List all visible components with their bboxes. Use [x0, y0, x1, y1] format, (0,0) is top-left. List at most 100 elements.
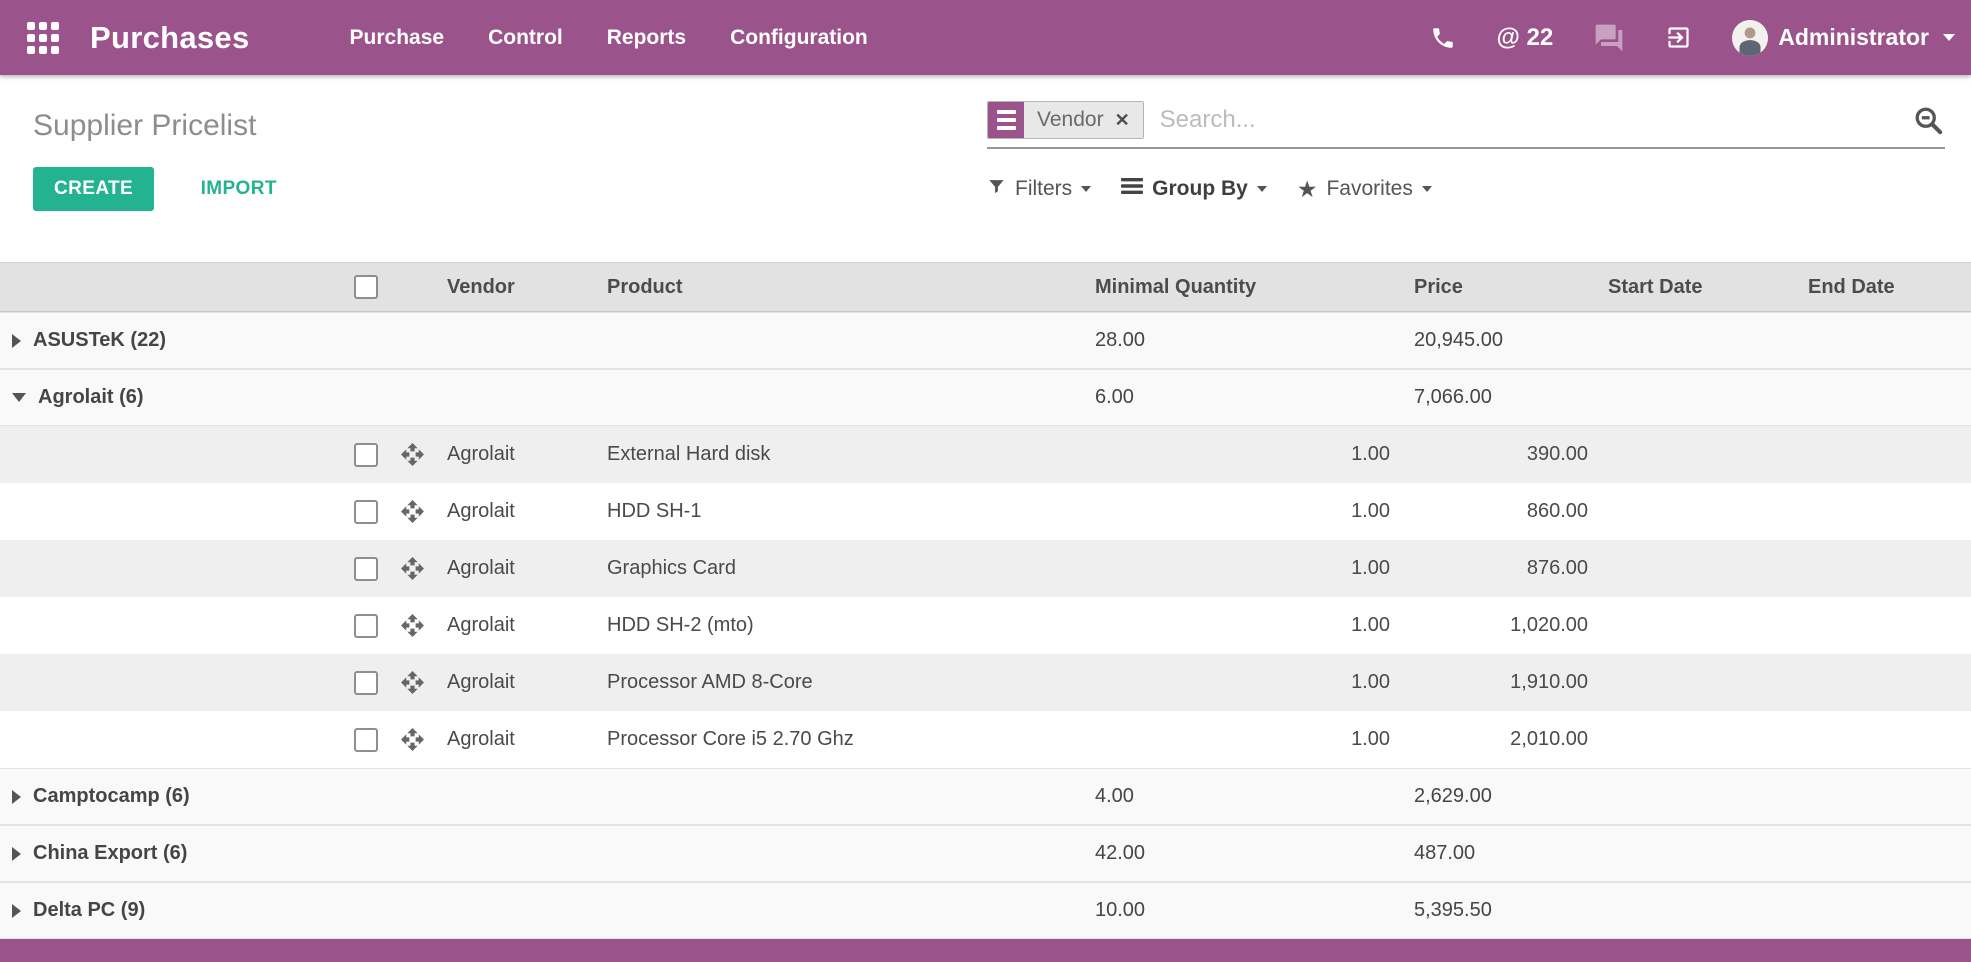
top-navbar: Purchases Purchase Control Reports Confi… [0, 0, 1971, 75]
search-icon[interactable] [1912, 104, 1945, 137]
cell-price: 2,010.00 [1400, 728, 1600, 751]
drag-handle-icon[interactable] [400, 442, 440, 467]
group-row-delta-pc[interactable]: Delta PC (9) 10.00 5,395.50 [0, 882, 1971, 939]
pricelist-row[interactable]: Agrolait External Hard disk 1.00 390.00 [0, 426, 1971, 483]
drag-handle-icon[interactable] [400, 556, 440, 581]
column-header-min-qty[interactable]: Minimal Quantity [1085, 276, 1400, 299]
cell-min-qty: 1.00 [1085, 557, 1400, 580]
cell-price: 876.00 [1400, 557, 1600, 580]
group-by-button[interactable]: Group By [1121, 177, 1267, 201]
systray: @ 22 Administrator [1430, 20, 1955, 56]
user-menu[interactable]: Administrator [1732, 20, 1955, 56]
collapse-icon [12, 393, 26, 402]
cell-vendor: Agrolait [440, 671, 600, 694]
cell-vendor: Agrolait [440, 614, 600, 637]
column-header-product[interactable]: Product [600, 276, 1085, 299]
apps-menu-icon[interactable] [27, 22, 59, 54]
pricelist-row[interactable]: Agrolait HDD SH-2 (mto) 1.00 1,020.00 [0, 597, 1971, 654]
activities-badge[interactable]: @ 22 [1496, 24, 1553, 52]
drag-handle-icon[interactable] [400, 613, 440, 638]
group-by-facet-icon [988, 102, 1024, 138]
select-all-checkbox[interactable] [354, 275, 378, 299]
cell-vendor: Agrolait [440, 500, 600, 523]
row-checkbox[interactable] [354, 614, 378, 638]
cell-product: Processor AMD 8-Core [600, 671, 1085, 694]
row-checkbox[interactable] [354, 671, 378, 695]
drag-handle-icon[interactable] [400, 670, 440, 695]
purchases-app-screen: Purchases Purchase Control Reports Confi… [0, 0, 1971, 962]
import-button[interactable]: IMPORT [201, 178, 277, 200]
cell-min-qty: 1.00 [1085, 728, 1400, 751]
expand-icon [12, 847, 21, 861]
group-row-agrolait[interactable]: Agrolait (6) 6.00 7,066.00 [0, 369, 1971, 426]
group-row-china-export[interactable]: China Export (6) 42.00 487.00 [0, 825, 1971, 882]
create-button[interactable]: CREATE [33, 167, 154, 211]
column-header-end-date[interactable]: End Date [1800, 276, 1971, 299]
cell-vendor: Agrolait [440, 443, 600, 466]
filter-funnel-icon [987, 177, 1006, 202]
group-label: China Export (6) [33, 842, 187, 865]
cell-vendor: Agrolait [440, 557, 600, 580]
user-name: Administrator [1778, 24, 1929, 51]
cell-product: HDD SH-1 [600, 500, 1085, 523]
column-header-price[interactable]: Price [1400, 276, 1600, 299]
group-label: Camptocamp (6) [33, 785, 190, 808]
row-checkbox[interactable] [354, 728, 378, 752]
row-checkbox[interactable] [354, 557, 378, 581]
cell-min-qty: 1.00 [1085, 614, 1400, 637]
column-header-start-date[interactable]: Start Date [1600, 276, 1800, 299]
row-checkbox[interactable] [354, 443, 378, 467]
chevron-down-icon [1422, 186, 1432, 192]
cell-min-qty: 1.00 [1085, 443, 1400, 466]
search-options: Filters Group By ★ Favorites [987, 177, 1945, 202]
cell-product: Processor Core i5 2.70 Ghz [600, 728, 1085, 751]
main-menu: Purchase Control Reports Configuration [350, 26, 868, 50]
facet-remove-icon[interactable]: ✕ [1115, 110, 1130, 131]
group-row-asustek[interactable]: ASUSTeK (22) 28.00 20,945.00 [0, 312, 1971, 369]
cell-vendor: Agrolait [440, 728, 600, 751]
group-price: 5,395.50 [1400, 899, 1600, 922]
cell-product: HDD SH-2 (mto) [600, 614, 1085, 637]
drag-handle-icon[interactable] [400, 499, 440, 524]
nav-item-purchase[interactable]: Purchase [350, 26, 445, 50]
pricelist-row[interactable]: Agrolait HDD SH-1 1.00 860.00 [0, 483, 1971, 540]
search-area: Vendor ✕ [987, 101, 1945, 149]
search-bar: Vendor ✕ [987, 101, 1945, 149]
pricelist-row[interactable]: Agrolait Graphics Card 1.00 876.00 [0, 540, 1971, 597]
avatar [1732, 20, 1768, 56]
control-panel: Supplier Pricelist Vendor ✕ [0, 75, 1971, 262]
group-min-qty: 10.00 [1085, 899, 1400, 922]
nav-item-reports[interactable]: Reports [607, 26, 686, 50]
pricelist-row[interactable]: Agrolait Processor AMD 8-Core 1.00 1,910… [0, 654, 1971, 711]
bottom-accent-bar [0, 939, 1971, 962]
row-checkbox[interactable] [354, 500, 378, 524]
nav-item-control[interactable]: Control [488, 26, 563, 50]
chat-icon[interactable] [1593, 22, 1625, 54]
expand-icon [12, 790, 21, 804]
supplier-pricelist-table: Vendor Product Minimal Quantity Price St… [0, 262, 1971, 939]
favorites-button[interactable]: ★ Favorites [1297, 177, 1432, 201]
facet-label: Vendor [1037, 108, 1104, 132]
group-price: 2,629.00 [1400, 785, 1600, 808]
phone-icon[interactable] [1430, 25, 1456, 51]
group-price: 7,066.00 [1400, 386, 1600, 409]
cell-price: 390.00 [1400, 443, 1600, 466]
pricelist-row[interactable]: Agrolait Processor Core i5 2.70 Ghz 1.00… [0, 711, 1971, 768]
app-title[interactable]: Purchases [90, 20, 250, 56]
cell-min-qty: 1.00 [1085, 500, 1400, 523]
column-header-vendor[interactable]: Vendor [440, 276, 600, 299]
filters-button[interactable]: Filters [987, 177, 1091, 202]
expand-icon [12, 904, 21, 918]
group-row-camptocamp[interactable]: Camptocamp (6) 4.00 2,629.00 [0, 768, 1971, 825]
cell-price: 860.00 [1400, 500, 1600, 523]
table-header-row: Vendor Product Minimal Quantity Price St… [0, 262, 1971, 312]
search-input[interactable] [1144, 106, 1912, 134]
nav-item-configuration[interactable]: Configuration [730, 26, 868, 50]
cell-price: 1,910.00 [1400, 671, 1600, 694]
group-price: 20,945.00 [1400, 329, 1600, 352]
chevron-down-icon [1081, 186, 1091, 192]
group-price: 487.00 [1400, 842, 1600, 865]
sign-in-icon[interactable] [1665, 24, 1692, 51]
star-icon: ★ [1297, 178, 1318, 201]
drag-handle-icon[interactable] [400, 727, 440, 752]
